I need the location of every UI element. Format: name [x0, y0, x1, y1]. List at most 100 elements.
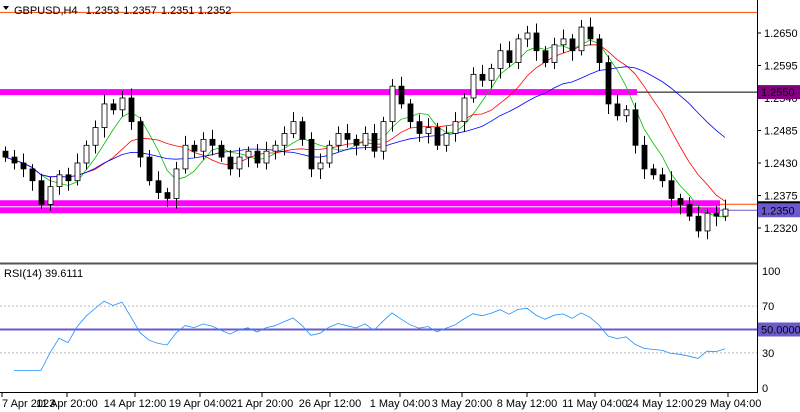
- price-tick-label: 1.2320: [764, 223, 798, 235]
- symbol-label: GBPUSD,H4: [14, 5, 78, 17]
- candle-body: [56, 174, 63, 188]
- candle-body: [389, 85, 396, 123]
- candle-body: [515, 38, 522, 63]
- candle-body: [164, 192, 171, 199]
- candle-body: [623, 109, 630, 117]
- candle-body: [695, 215, 702, 232]
- candle-body: [335, 133, 342, 146]
- candle-body: [371, 133, 378, 152]
- candle-body: [398, 85, 405, 105]
- candle-body: [434, 127, 441, 146]
- candle-body: [452, 121, 459, 134]
- candle-body: [290, 121, 297, 134]
- candle-body: [614, 103, 621, 117]
- price-tick-label: 1.2375: [764, 190, 798, 202]
- candle-body: [128, 97, 135, 123]
- candle-body: [497, 50, 504, 69]
- candle-body: [200, 138, 207, 152]
- rsi-level-label: 70: [762, 301, 774, 313]
- candle-body: [209, 138, 216, 146]
- rsi-label: RSI(14) 39.6111: [4, 268, 83, 280]
- rsi-line: [14, 300, 726, 371]
- candle-body: [20, 162, 27, 170]
- rsi-level-label: 50.0000: [761, 325, 800, 337]
- price-tick-label: 1.2650: [764, 28, 798, 40]
- support-band-lower: [0, 207, 720, 214]
- candle-body: [488, 68, 495, 81]
- chart-header: GBPUSD,H4 1.2353 1.2357 1.2351 1.2352: [14, 5, 231, 17]
- candle-body: [641, 144, 648, 170]
- candle-body: [533, 32, 540, 52]
- support-price-label: 1.2350: [761, 205, 795, 217]
- time-label: 11 May 04:00: [562, 398, 628, 410]
- candle-body: [551, 44, 558, 63]
- rsi-level-label: 30: [762, 348, 774, 360]
- candle-body: [344, 133, 351, 140]
- candle-body: [191, 144, 198, 152]
- resistance-band: [0, 89, 637, 96]
- candle-body: [677, 198, 684, 205]
- candle-body: [569, 38, 576, 52]
- candle-body: [110, 103, 117, 111]
- time-label: 21 Apr 20:00: [231, 398, 293, 410]
- price-tick-label: 1.2430: [764, 158, 798, 170]
- rsi-level-label: 100: [762, 266, 780, 278]
- candle-body: [173, 168, 180, 199]
- candle-body: [443, 133, 450, 146]
- candle-body: [146, 156, 153, 182]
- time-label: 14 Apr 12:00: [104, 398, 166, 410]
- candle-body: [596, 38, 603, 63]
- candle-body: [578, 26, 585, 52]
- candle-body: [542, 50, 549, 63]
- ma-slow-line: [4, 66, 726, 178]
- candle-body: [362, 133, 369, 146]
- candle-body: [353, 138, 360, 146]
- candle-body: [182, 144, 189, 170]
- resistance-price-label: 1.2550: [761, 87, 795, 99]
- candle-body: [722, 208, 729, 217]
- candle-body: [380, 121, 387, 152]
- candle-body: [587, 26, 594, 40]
- candle-body: [227, 156, 234, 170]
- candle-body: [650, 168, 657, 176]
- candle-body: [299, 121, 306, 140]
- time-label: 1 May 04:00: [370, 398, 431, 410]
- candle-body: [74, 162, 81, 182]
- candle-body: [272, 144, 279, 152]
- candle-body: [218, 144, 225, 158]
- candle-body: [2, 150, 9, 158]
- candle-body: [326, 144, 333, 164]
- time-label: 8 May 12:00: [497, 398, 558, 410]
- candle-body: [236, 156, 243, 170]
- time-label: 26 Apr 12:00: [299, 398, 361, 410]
- candle-body: [245, 150, 252, 158]
- candle-body: [83, 144, 90, 164]
- candle-body: [155, 180, 162, 193]
- candle-body: [605, 62, 612, 105]
- collapse-triangle-icon[interactable]: [3, 6, 9, 10]
- candle-body: [407, 103, 414, 123]
- candle-body: [308, 138, 315, 170]
- price-tick-label: 1.2485: [764, 125, 798, 137]
- rsi-level-label: 0: [762, 383, 768, 395]
- candle-body: [560, 38, 567, 46]
- candle-body: [47, 186, 54, 205]
- time-label: 24 May 12:00: [627, 398, 694, 410]
- candle-body: [659, 174, 666, 182]
- time-label: 29 May 04:00: [695, 398, 762, 410]
- chart-frame: [0, 0, 758, 393]
- candle-body: [461, 97, 468, 123]
- candle-body: [65, 174, 72, 182]
- candle-body: [317, 162, 324, 170]
- candle-body: [29, 168, 36, 182]
- candle-body: [11, 156, 18, 164]
- candle-body: [506, 50, 513, 63]
- candle-body: [632, 109, 639, 146]
- candle-body: [416, 121, 423, 134]
- support-band-upper: [0, 200, 720, 207]
- candle-body: [713, 212, 720, 217]
- candle-body: [119, 97, 126, 111]
- trading-chart[interactable]: 1.26501.25951.25401.24851.24301.23751.23…: [0, 0, 800, 412]
- candle-body: [263, 150, 270, 164]
- candle-body: [425, 127, 432, 134]
